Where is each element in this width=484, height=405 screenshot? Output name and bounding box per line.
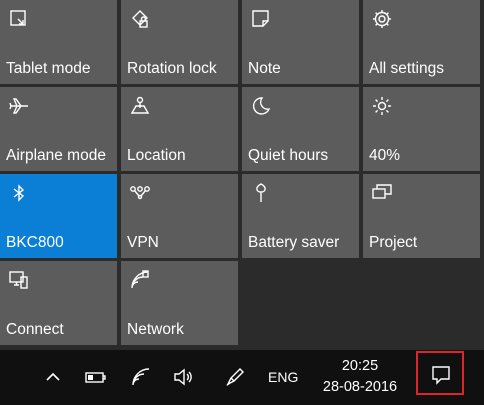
tile-label: 40% xyxy=(369,147,401,164)
moon-icon xyxy=(250,95,272,117)
tile-brightness[interactable]: 40% xyxy=(363,87,480,171)
action-center-panel: Tablet mode Rotation lock Note All setti… xyxy=(0,0,484,350)
tablet-mode-icon xyxy=(8,8,30,30)
tile-tablet-mode[interactable]: Tablet mode xyxy=(0,0,117,84)
clock-time: 20:25 xyxy=(341,358,379,374)
language-indicator[interactable]: ENG xyxy=(268,369,298,385)
vpn-icon xyxy=(129,182,151,204)
airplane-icon xyxy=(8,95,30,117)
tile-network[interactable]: Network xyxy=(121,261,238,345)
tile-label: VPN xyxy=(127,234,159,251)
tile-airplane-mode[interactable]: Airplane mode xyxy=(0,87,117,171)
tile-note[interactable]: Note xyxy=(242,0,359,84)
rotation-lock-icon xyxy=(129,8,151,30)
quick-actions-grid: Tablet mode Rotation lock Note All setti… xyxy=(0,0,480,345)
taskbar: ENG 20:25 28-08-2016 xyxy=(0,350,484,405)
notification-icon xyxy=(432,366,450,385)
tile-label: Connect xyxy=(6,321,64,338)
tile-vpn[interactable]: VPN xyxy=(121,174,238,258)
volume-icon[interactable] xyxy=(172,366,194,388)
battery-icon[interactable] xyxy=(84,366,106,388)
tile-battery-saver[interactable]: Battery saver xyxy=(242,174,359,258)
network-icon xyxy=(129,269,151,291)
tile-location[interactable]: Location xyxy=(121,87,238,171)
tile-project[interactable]: Project xyxy=(363,174,480,258)
tile-label: Airplane mode xyxy=(6,147,106,164)
tile-connect[interactable]: Connect xyxy=(0,261,117,345)
chevron-up-icon[interactable] xyxy=(42,366,64,388)
tile-label: Tablet mode xyxy=(6,60,91,77)
location-icon xyxy=(129,95,151,117)
tile-label: Rotation lock xyxy=(127,60,217,77)
gear-icon xyxy=(371,8,393,30)
tile-label: Note xyxy=(248,60,281,77)
tile-bluetooth[interactable]: BKC800 xyxy=(0,174,117,258)
tile-label: Battery saver xyxy=(248,234,340,251)
note-icon xyxy=(250,8,272,30)
tile-label: BKC800 xyxy=(6,234,64,251)
clock-date: 28-08-2016 xyxy=(322,379,398,395)
pen-icon[interactable] xyxy=(224,366,246,388)
clock[interactable]: 20:25 28-08-2016 xyxy=(314,356,406,398)
bluetooth-icon xyxy=(8,182,30,204)
tile-rotation-lock[interactable]: Rotation lock xyxy=(121,0,238,84)
tile-quiet-hours[interactable]: Quiet hours xyxy=(242,87,359,171)
tile-label: All settings xyxy=(369,60,444,77)
tile-label: Project xyxy=(369,234,418,251)
tile-label: Location xyxy=(127,147,186,164)
tile-all-settings[interactable]: All settings xyxy=(363,0,480,84)
brightness-icon xyxy=(371,95,393,117)
tile-label: Quiet hours xyxy=(248,147,329,164)
project-icon xyxy=(371,182,393,204)
battery-saver-icon xyxy=(250,182,272,204)
action-center-button[interactable] xyxy=(416,351,464,395)
connect-icon xyxy=(8,269,30,291)
wifi-icon[interactable] xyxy=(130,366,152,388)
tile-label: Network xyxy=(127,321,184,338)
